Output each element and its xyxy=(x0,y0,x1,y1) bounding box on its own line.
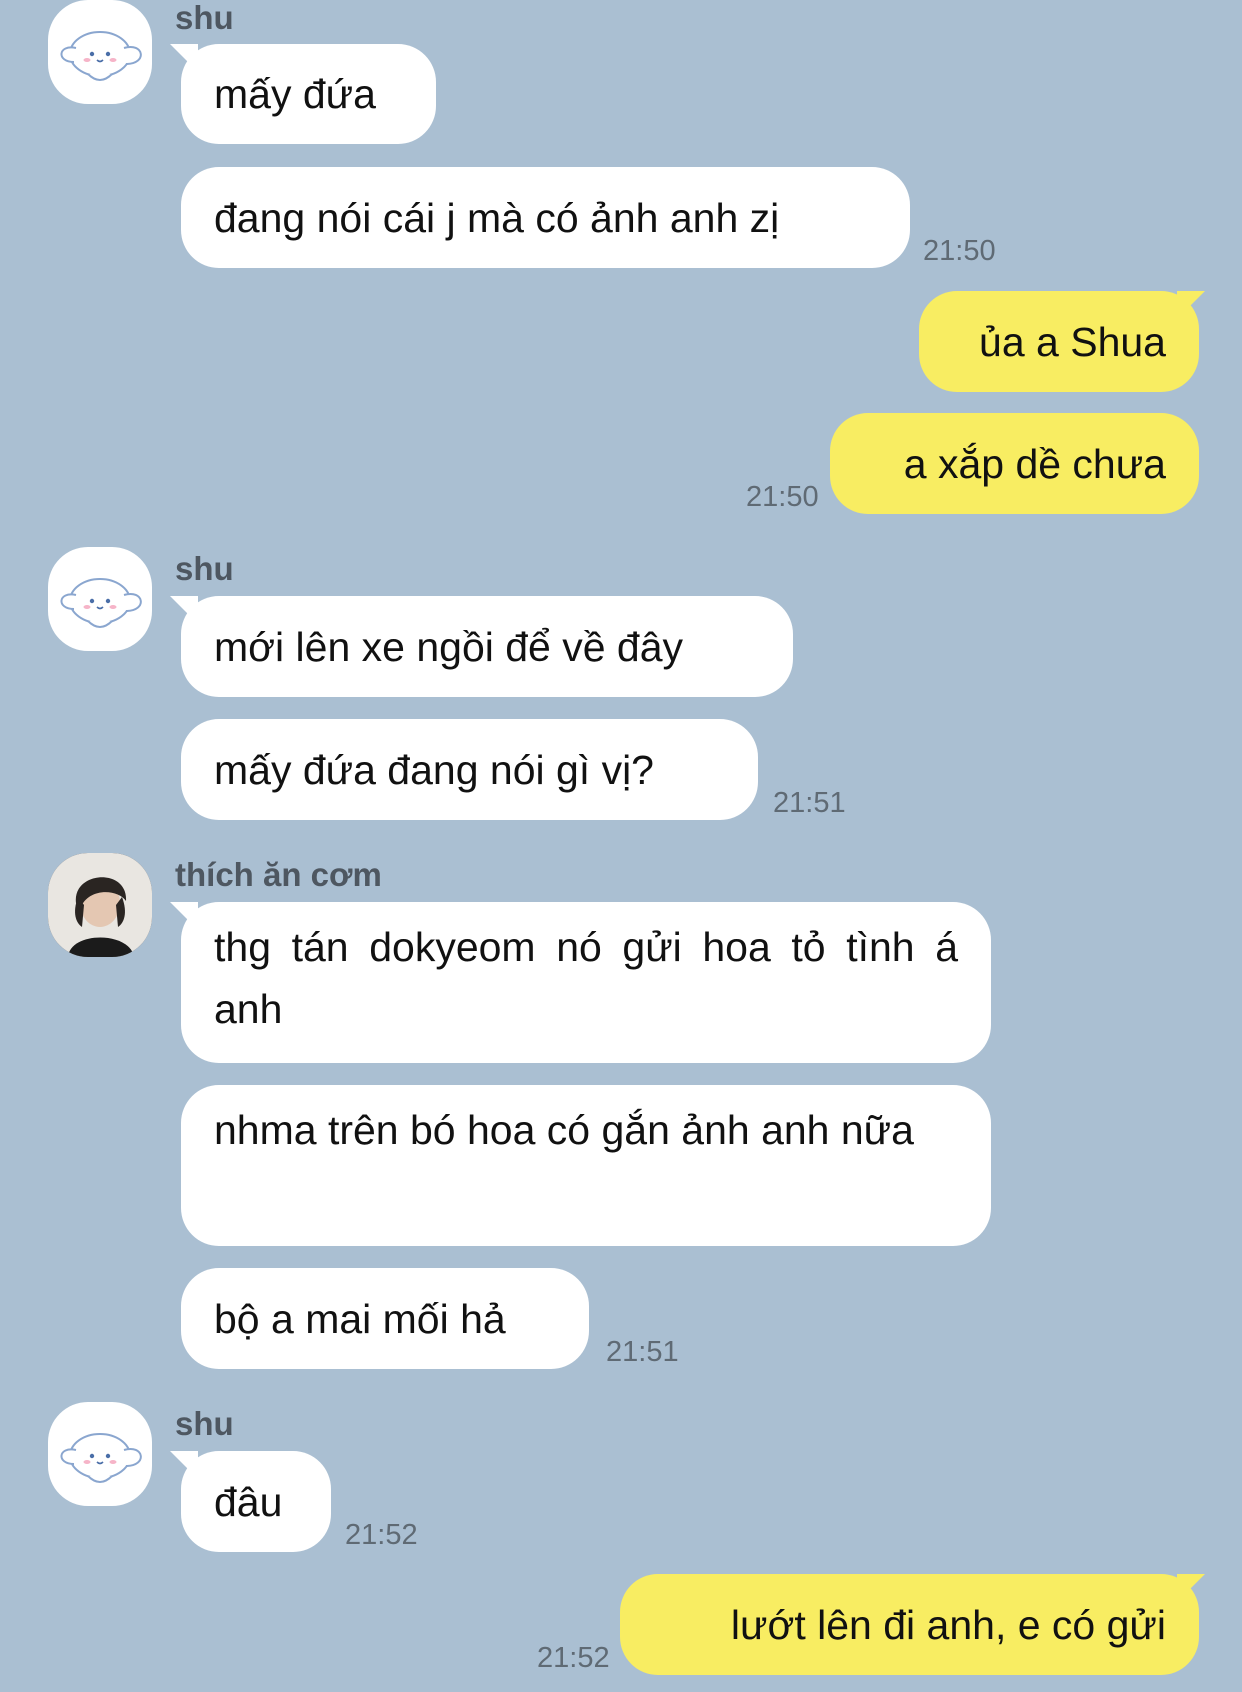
message-time: 21:50 xyxy=(746,481,819,513)
message-bubble[interactable]: thg tán dokyeom nó gửi hoa tỏ tình á anh xyxy=(181,902,991,1063)
shu-avatar[interactable] xyxy=(48,0,152,104)
message-bubble[interactable]: a xắp dề chưa xyxy=(830,413,1199,514)
message-bubble[interactable]: đâu xyxy=(181,1451,331,1552)
message-text: đang nói cái j mà có ảnh anh zị xyxy=(214,194,780,241)
cinnamoroll-avatar-icon xyxy=(60,578,142,628)
message-time: 21:52 xyxy=(345,1519,418,1551)
message-text: a xắp dề chưa xyxy=(903,440,1166,487)
cinnamoroll-avatar-icon xyxy=(60,1433,142,1483)
message-bubble[interactable]: mới lên xe ngồi để về đây xyxy=(181,596,793,697)
message-text: lướt lên đi anh, e có gửi xyxy=(730,1601,1166,1648)
message-text: mấy đứa xyxy=(214,71,376,117)
cinnamoroll-avatar-icon xyxy=(60,31,142,81)
message-bubble[interactable]: ủa a Shua xyxy=(919,291,1199,392)
message-time: 21:50 xyxy=(923,235,996,267)
message-bubble[interactable]: mấy đứa xyxy=(181,44,436,144)
sender-name: shu xyxy=(175,0,234,36)
chat-window: shu mấy đứa đang nói cái j mà có ảnh anh… xyxy=(0,0,1242,1692)
sender-name: shu xyxy=(175,1405,234,1442)
message-text: đâu xyxy=(214,1478,283,1525)
message-bubble[interactable]: đang nói cái j mà có ảnh anh zị xyxy=(181,167,910,268)
message-bubble[interactable]: lướt lên đi anh, e có gửi xyxy=(620,1574,1199,1675)
profile-photo-avatar xyxy=(48,853,152,957)
sender-name: shu xyxy=(175,550,234,587)
shu-avatar[interactable] xyxy=(48,547,152,651)
message-text: thg tán dokyeom nó gửi hoa tỏ tình á anh xyxy=(214,924,958,1032)
message-time: 21:51 xyxy=(606,1336,679,1368)
message-time: 21:51 xyxy=(773,787,846,819)
thich-an-com-avatar[interactable] xyxy=(48,853,152,957)
message-text: bộ a mai mối hả xyxy=(214,1295,506,1342)
message-text: nhma trên bó hoa có gắn ảnh anh nữa xyxy=(214,1107,914,1153)
message-text: mới lên xe ngồi để về đây xyxy=(214,623,684,670)
message-time: 21:52 xyxy=(537,1642,610,1674)
message-bubble[interactable]: bộ a mai mối hả xyxy=(181,1268,589,1369)
message-text: mấy đứa đang nói gì vị? xyxy=(214,746,654,793)
message-text: ủa a Shua xyxy=(979,318,1166,365)
message-bubble[interactable]: mấy đứa đang nói gì vị? xyxy=(181,719,758,820)
sender-name: thích ăn cơm xyxy=(175,856,382,893)
shu-avatar[interactable] xyxy=(48,1402,152,1506)
message-bubble[interactable]: nhma trên bó hoa có gắn ảnh anh nữa xyxy=(181,1085,991,1246)
